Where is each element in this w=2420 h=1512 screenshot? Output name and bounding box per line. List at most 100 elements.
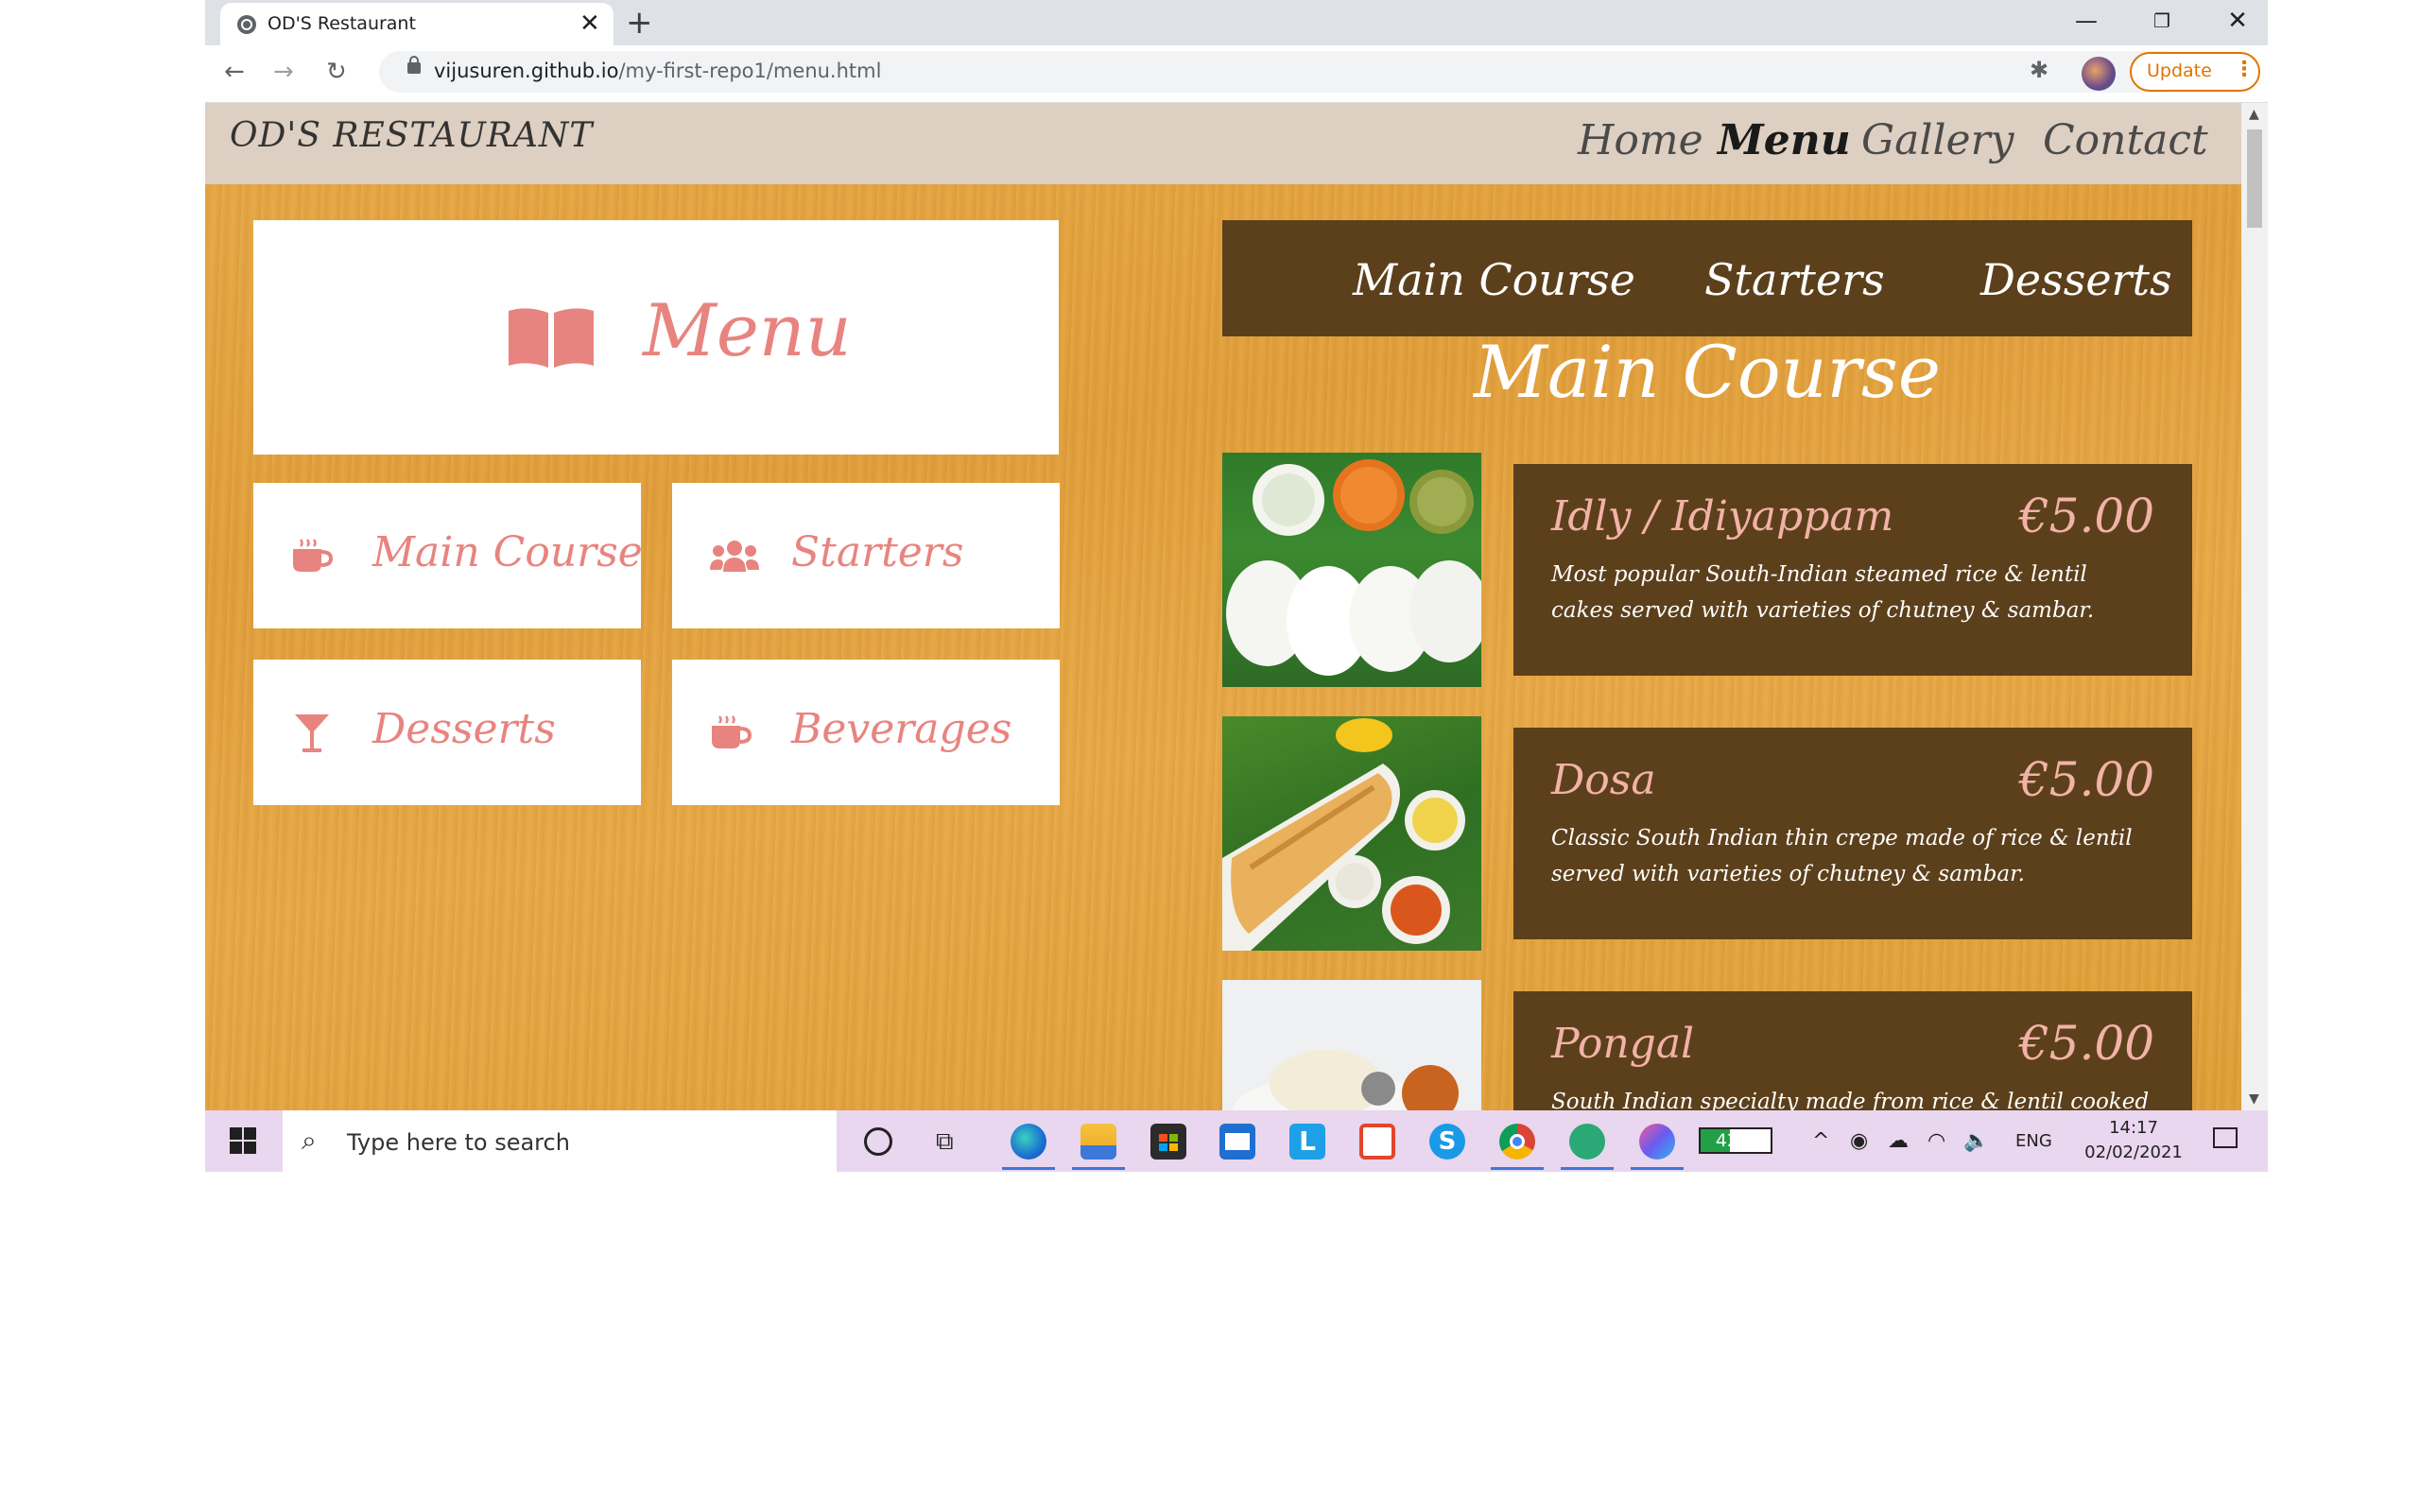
office-icon[interactable] (1359, 1124, 1395, 1160)
clock-date[interactable]: 02/02/2021 (2072, 1143, 2195, 1162)
web-page: OD'S RESTAURANT Home Menu Gallery Contac… (205, 103, 2241, 1110)
store-icon[interactable] (1150, 1124, 1186, 1160)
extensions-puzzle-icon[interactable]: ✱ (2030, 57, 2048, 83)
dish-description: South Indian specialty made from rice & … (1551, 1090, 2150, 1110)
windows-taskbar: ⌕ Type here to search ⧉ L S 42% ^ ◉ ☁ ◠ … (205, 1110, 2268, 1172)
battery-percent: 42% (1715, 1130, 1756, 1151)
new-tab-button[interactable]: + (626, 4, 653, 42)
dish-description: Classic South Indian thin crepe made of … (1551, 826, 2133, 886)
update-label: Update (2147, 60, 2212, 81)
browser-tab[interactable]: OD'S Restaurant ✕ (220, 3, 614, 45)
category-label: Beverages (791, 705, 1012, 753)
forward-button[interactable]: → (273, 57, 294, 87)
globe-icon (237, 15, 256, 34)
clock-time[interactable]: 14:17 (2091, 1118, 2176, 1138)
browser-window: OD'S Restaurant ✕ + — ❐ ✕ ← → ↻ vijusure… (205, 0, 2268, 1172)
taskbar-search-box[interactable]: ⌕ Type here to search (283, 1110, 837, 1172)
minimize-button[interactable]: — (2058, 2, 2115, 40)
dish-name: Idly / Idiyappam (1551, 492, 1894, 541)
more-menu-icon: ⋮ (2234, 58, 2255, 81)
dish-card[interactable]: Pongal €5.00 South Indian specialty made… (1513, 991, 2192, 1110)
tab-starters[interactable]: Starters (1704, 254, 1885, 305)
task-view-icon[interactable]: ⧉ (936, 1127, 954, 1157)
tab-close-icon[interactable]: ✕ (579, 9, 600, 38)
dish-name: Pongal (1551, 1020, 1695, 1068)
app-running-indicator (1561, 1167, 1614, 1170)
tab-strip: OD'S Restaurant ✕ + — ❐ ✕ (205, 0, 2268, 45)
show-hidden-icons-chevron-icon[interactable]: ^ (1812, 1129, 1829, 1153)
url-host: vijusuren.github.io (434, 60, 619, 82)
volume-icon[interactable]: 🔈 (1963, 1129, 1989, 1153)
category-starters[interactable]: Starters (672, 483, 1060, 628)
meet-now-icon[interactable]: ◉ (1850, 1129, 1868, 1153)
chrome-running-indicator (1491, 1167, 1544, 1170)
url-text[interactable]: vijusuren.github.io/my-first-repo1/menu.… (434, 60, 881, 82)
coffee-cup-icon (293, 539, 333, 572)
onedrive-cloud-icon[interactable]: ☁ (1888, 1129, 1909, 1153)
paint-running-indicator (1631, 1167, 1684, 1170)
scroll-down-arrow-icon[interactable]: ▼ (2249, 1091, 2259, 1107)
nav-link-menu[interactable]: Menu (1718, 116, 1851, 164)
menu-tab-bar: Main Course Starters Desserts (1222, 220, 2192, 336)
notification-center-icon[interactable] (2213, 1127, 2238, 1148)
wifi-icon[interactable]: ◠ (1927, 1129, 1945, 1153)
teams-app-icon[interactable] (1569, 1124, 1605, 1160)
nav-link-gallery[interactable]: Gallery (1861, 116, 2014, 164)
category-label: Desserts (372, 705, 556, 753)
reload-button[interactable]: ↻ (326, 57, 347, 87)
category-beverages[interactable]: Beverages (672, 660, 1060, 805)
tab-main-course[interactable]: Main Course (1353, 254, 1635, 305)
page-scrollbar[interactable]: ▲ ▼ (2241, 103, 2268, 1110)
category-label: Starters (791, 528, 964, 576)
windows-logo-icon (230, 1127, 256, 1154)
search-icon: ⌕ (302, 1125, 317, 1156)
section-title: Main Course (1474, 330, 1941, 414)
edge-browser-icon[interactable] (1011, 1124, 1046, 1160)
paint-app-icon[interactable] (1639, 1124, 1675, 1160)
explorer-running-indicator (1072, 1167, 1125, 1170)
restore-button[interactable]: ❐ (2134, 2, 2190, 40)
dish-price: €5.00 (2018, 1016, 2154, 1071)
category-desserts[interactable]: Desserts (253, 660, 641, 805)
dish-price: €5.00 (2018, 489, 2154, 543)
url-path: /my-first-repo1/menu.html (618, 60, 882, 82)
edge-running-indicator (1002, 1167, 1055, 1170)
tab-title: OD'S Restaurant (268, 13, 416, 34)
cocktail-glass-icon (295, 714, 329, 752)
nav-link-home[interactable]: Home (1578, 116, 1703, 164)
back-button[interactable]: ← (224, 57, 245, 87)
dish-card[interactable]: Idly / Idiyappam €5.00 Most popular Sout… (1513, 464, 2192, 676)
file-explorer-icon[interactable] (1080, 1124, 1116, 1160)
battery-indicator[interactable]: 42% (1699, 1127, 1772, 1154)
menu-title: Menu (643, 288, 852, 372)
dish-card[interactable]: Dosa €5.00 Classic South Indian thin cre… (1513, 728, 2192, 939)
mail-icon[interactable] (1219, 1124, 1255, 1160)
close-window-button[interactable]: ✕ (2209, 2, 2266, 40)
users-icon (710, 541, 759, 572)
scroll-up-arrow-icon[interactable]: ▲ (2249, 107, 2259, 122)
pongal-dish-image (1222, 980, 1481, 1110)
coffee-cup-icon (712, 715, 752, 748)
menu-hero-card: Menu (253, 220, 1059, 455)
chrome-icon[interactable] (1499, 1124, 1535, 1160)
site-header: OD'S RESTAURANT Home Menu Gallery Contac… (205, 103, 2241, 184)
scroll-thumb[interactable] (2247, 129, 2262, 228)
dish-name: Dosa (1551, 756, 1656, 804)
lock-icon[interactable] (407, 56, 421, 74)
category-main-course[interactable]: Main Course (253, 483, 643, 628)
address-bar[interactable]: vijusuren.github.io/my-first-repo1/menu.… (379, 51, 2185, 93)
open-book-icon (509, 308, 594, 368)
update-button[interactable]: Update ⋮ (2130, 52, 2260, 92)
l-app-icon[interactable]: L (1289, 1124, 1325, 1160)
search-placeholder: Type here to search (347, 1129, 570, 1156)
skype-icon[interactable]: S (1429, 1124, 1465, 1160)
profile-avatar[interactable] (2082, 57, 2116, 91)
idly-dish-image (1222, 453, 1481, 687)
cortana-icon[interactable] (864, 1127, 892, 1156)
site-logo[interactable]: OD'S RESTAURANT (230, 116, 593, 155)
nav-link-contact[interactable]: Contact (2043, 116, 2208, 164)
input-language[interactable]: ENG (2015, 1131, 2052, 1151)
start-button[interactable] (205, 1110, 283, 1172)
tab-desserts[interactable]: Desserts (1980, 254, 2172, 305)
dish-description: Most popular South-Indian steamed rice &… (1551, 562, 2095, 623)
